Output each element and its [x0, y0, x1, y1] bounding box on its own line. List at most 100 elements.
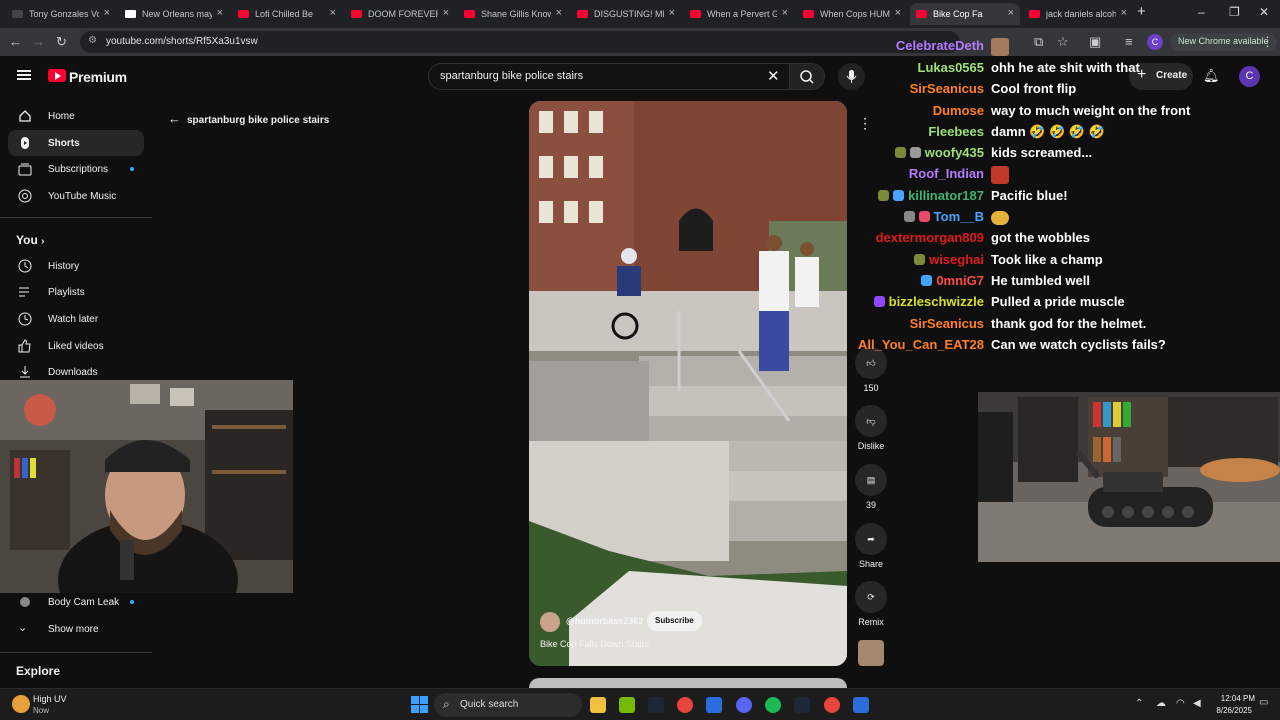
- site-info-icon[interactable]: ⚙: [88, 35, 97, 46]
- sidebar-item-history[interactable]: History: [8, 253, 144, 279]
- file-explorer-icon[interactable]: [590, 697, 606, 713]
- sidebar-item-subscriptions[interactable]: Subscriptions: [8, 156, 144, 182]
- youtube-favicon-icon: [916, 10, 927, 18]
- close-tab-icon[interactable]: ×: [104, 7, 110, 19]
- forward-icon[interactable]: →: [32, 34, 45, 49]
- youtube-logo-icon[interactable]: [48, 69, 66, 82]
- windows-start-icon[interactable]: [411, 696, 428, 713]
- explore-heading: Explore: [16, 664, 61, 678]
- chat-username: Roof_Indian: [908, 166, 984, 181]
- sidebar-item-label: Home: [48, 110, 75, 122]
- taskbar-search-box[interactable]: ⌕ Quick search: [434, 693, 582, 717]
- chat-message: Fleebees damn 🤣 🤣 🤣 🤣: [840, 124, 1280, 144]
- weather-icon[interactable]: [12, 695, 30, 713]
- shorts-player[interactable]: @humorbase2362 Subscribe Bike Cop Falls …: [529, 101, 847, 666]
- remix-button[interactable]: ⟳ Remix: [855, 581, 887, 627]
- close-tab-icon[interactable]: ×: [1008, 7, 1014, 19]
- share-button[interactable]: ➦ Share: [855, 523, 887, 569]
- comments-button[interactable]: ▤ 39: [855, 464, 887, 510]
- browser-tab[interactable]: Shane Gillis Know ×: [458, 3, 568, 25]
- camera-feed-image: [978, 392, 1280, 562]
- browser-tab[interactable]: When Cops HUM ×: [797, 3, 907, 25]
- hamburger-menu-icon[interactable]: [17, 70, 31, 80]
- close-tab-icon[interactable]: ×: [782, 7, 788, 19]
- close-tab-icon[interactable]: ×: [443, 7, 449, 19]
- discord-icon[interactable]: [736, 697, 752, 713]
- browser-tab[interactable]: DOOM FOREVER | ×: [345, 3, 455, 25]
- browser-tab[interactable]: Lofi Chilled Be ×: [232, 3, 342, 25]
- spotify-icon[interactable]: [765, 697, 781, 713]
- notifications-icon[interactable]: ▭: [1259, 697, 1268, 708]
- next-short-preview[interactable]: [529, 678, 847, 688]
- chrome-icon[interactable]: [677, 697, 693, 713]
- chrome-icon[interactable]: [824, 697, 840, 713]
- close-tab-icon[interactable]: ×: [895, 7, 901, 19]
- tab-title: Tony Gonzales Vo: [29, 9, 99, 19]
- dislike-button[interactable]: 👎︎ Dislike: [855, 405, 887, 451]
- reload-icon[interactable]: ↻: [56, 34, 67, 50]
- volume-icon[interactable]: ◀: [1193, 698, 1201, 709]
- browser-tab[interactable]: When a Pervert Ge ×: [684, 3, 794, 25]
- sidebar-item-shorts[interactable]: Shorts: [8, 130, 144, 156]
- browser-tab[interactable]: jack daniels alcoh ×: [1023, 3, 1133, 25]
- maximize-icon[interactable]: ❐: [1229, 5, 1240, 19]
- tray-app-icon[interactable]: ☁: [1156, 698, 1166, 709]
- app-icon[interactable]: [706, 697, 722, 713]
- chat-username: Lukas0565: [917, 60, 985, 75]
- clear-search-icon[interactable]: ✕: [767, 67, 780, 85]
- show-more-button[interactable]: ⌄ Show more: [8, 616, 144, 642]
- search-icon: ⌕: [443, 697, 450, 711]
- sound-thumbnail[interactable]: [858, 640, 884, 666]
- sidebar-item-youtube-music[interactable]: YouTube Music: [8, 183, 144, 209]
- sidebar-item-home[interactable]: Home: [8, 103, 144, 129]
- steam-icon[interactable]: [794, 697, 810, 713]
- app-icon[interactable]: [853, 697, 869, 713]
- address-bar[interactable]: ⚙ youtube.com/shorts/Rf5Xa3u1vsw: [80, 31, 960, 53]
- sidebar-item-playlists[interactable]: Playlists: [8, 279, 144, 305]
- browser-tab[interactable]: New Orleans mayo ×: [119, 3, 229, 25]
- back-to-search-link[interactable]: ← spartanburg bike police stairs: [168, 111, 329, 126]
- browser-tab[interactable]: Tony Gonzales Vo ×: [6, 3, 116, 25]
- heart-badge-icon: [918, 211, 930, 222]
- search-input[interactable]: spartanburg bike police stairs ✕: [428, 63, 790, 90]
- close-tab-icon[interactable]: ×: [556, 7, 562, 19]
- chat-text: way to much weight on the front: [991, 103, 1191, 118]
- new-tab-icon[interactable]: +: [1137, 3, 1146, 20]
- download-icon: [20, 366, 30, 378]
- show-hidden-icons-icon[interactable]: ⌃: [1135, 698, 1143, 709]
- chat-message: Tom__B: [840, 209, 1280, 229]
- playlists-icon: [19, 287, 29, 297]
- close-tab-icon[interactable]: ×: [669, 7, 675, 19]
- sidebar-item-watch-later[interactable]: Watch later: [8, 306, 144, 332]
- channel-handle[interactable]: @humorbase2362: [566, 616, 643, 626]
- weather-title[interactable]: High UV: [33, 694, 67, 704]
- subscribe-button[interactable]: Subscribe: [647, 611, 702, 631]
- close-tab-icon[interactable]: ×: [330, 7, 336, 19]
- share-label: Share: [858, 559, 884, 569]
- minimize-icon[interactable]: –: [1198, 5, 1205, 19]
- browser-tab[interactable]: DISGUSTING! MM ×: [571, 3, 681, 25]
- wifi-icon[interactable]: ◠: [1176, 698, 1185, 709]
- sidebar-item-label: Shorts: [48, 137, 80, 149]
- browser-tab-active[interactable]: Bike Cop Falls ×: [910, 3, 1020, 25]
- tab-favicon: [12, 10, 23, 18]
- nvidia-icon[interactable]: [619, 697, 635, 713]
- steam-icon[interactable]: [648, 697, 664, 713]
- close-tab-icon[interactable]: ×: [217, 7, 223, 19]
- tab-title: When a Pervert Ge: [707, 9, 777, 19]
- sidebar-item-label: Subscriptions: [48, 163, 109, 175]
- close-tab-icon[interactable]: ×: [1121, 7, 1127, 19]
- chevron-down-icon: ⌄: [18, 622, 28, 634]
- tab-title: Shane Gillis Know: [481, 9, 551, 19]
- youtube-premium-logo-text[interactable]: Premium: [69, 69, 127, 85]
- chat-text: kids screamed...: [991, 145, 1093, 160]
- clock-date[interactable]: 8/26/2025: [1206, 706, 1252, 715]
- remix-icon: ⟳: [855, 581, 887, 613]
- clock-time[interactable]: 12:04 PM: [1213, 694, 1255, 703]
- close-window-icon[interactable]: ✕: [1259, 5, 1269, 19]
- search-button[interactable]: [789, 63, 825, 90]
- sidebar-item-liked-videos[interactable]: Liked videos: [8, 333, 144, 359]
- channel-avatar[interactable]: [540, 612, 560, 632]
- you-section-heading[interactable]: You ›: [16, 233, 44, 247]
- back-icon[interactable]: ←: [9, 34, 22, 49]
